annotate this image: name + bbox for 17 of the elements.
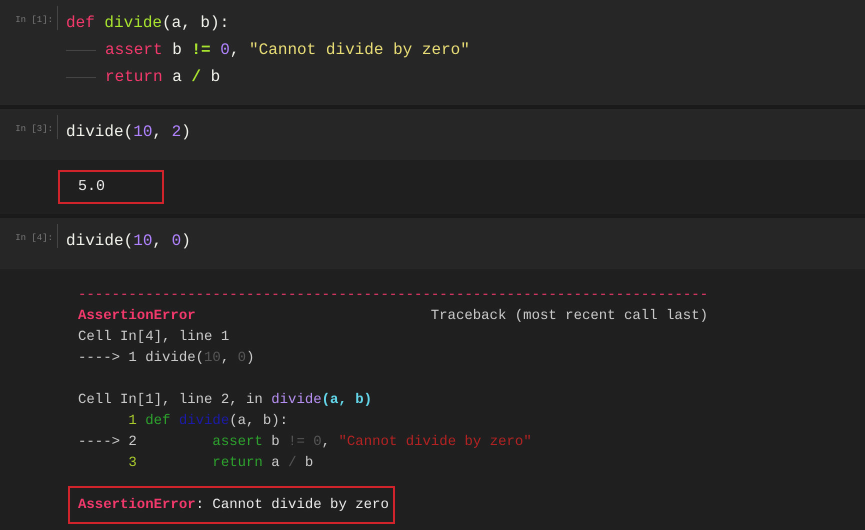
traceback-header: Traceback (most recent call last): [430, 307, 708, 326]
code-line: divide(10, 0): [66, 231, 191, 252]
error-message: AssertionError: Cannot divide by zero: [68, 486, 395, 524]
traceback-rule: ---------------------------------------------------------------------------: [78, 286, 708, 305]
traceback-line: Cell In[4], line 1: [78, 328, 230, 347]
cell-prompt: In [1]:: [15, 15, 53, 25]
code-line: divide(10, 2): [66, 122, 191, 143]
error-name: AssertionError: [78, 307, 196, 326]
code-line: def divide(a, b):: [66, 13, 230, 34]
code-line: return a / b: [105, 67, 220, 88]
cell-prompt: In [4]:: [15, 233, 53, 243]
traceback-line: 1 def divide(a, b):: [127, 412, 288, 431]
traceback-line: Cell In[1], line 2, in divide(a, b): [78, 391, 372, 410]
traceback-line: 3 return a / b: [127, 454, 314, 473]
output-text: 5.0: [58, 170, 164, 204]
cell-prompt: In [3]:: [15, 124, 53, 134]
code-line: assert b != 0, "Cannot divide by zero": [105, 40, 470, 61]
